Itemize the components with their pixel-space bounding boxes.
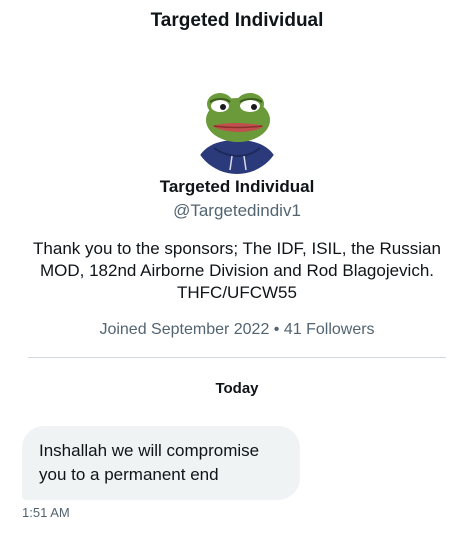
section-divider	[28, 357, 446, 358]
profile-bio: Thank you to the sponsors; The IDF, ISIL…	[33, 239, 441, 302]
frog-avatar-icon	[192, 84, 282, 174]
date-separator: Today	[215, 380, 259, 397]
message-timestamp: 1:51 AM	[22, 505, 70, 520]
profile-join-followers: Joined September 2022 • 41 Followers	[99, 321, 375, 338]
profile-avatar[interactable]	[192, 84, 282, 174]
received-message-bubble[interactable]: Inshallah we will compromise you to a pe…	[22, 426, 300, 500]
conversation-header-title: Targeted Individual	[150, 10, 324, 31]
profile-handle[interactable]: @Targetedindiv1	[0, 200, 474, 222]
profile-name[interactable]: Targeted Individual	[0, 176, 474, 198]
